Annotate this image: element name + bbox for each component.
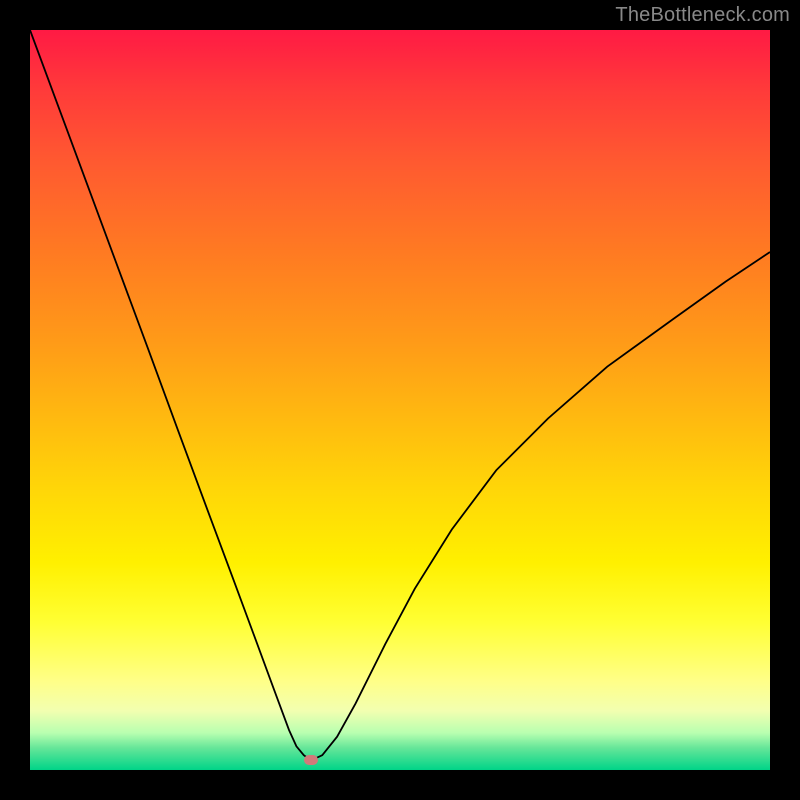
bottleneck-curve — [30, 30, 770, 760]
optimum-marker — [304, 755, 318, 765]
chart-frame: TheBottleneck.com — [0, 0, 800, 800]
watermark-text: TheBottleneck.com — [615, 4, 790, 27]
plot-area — [30, 30, 770, 770]
curve-svg — [30, 30, 770, 770]
